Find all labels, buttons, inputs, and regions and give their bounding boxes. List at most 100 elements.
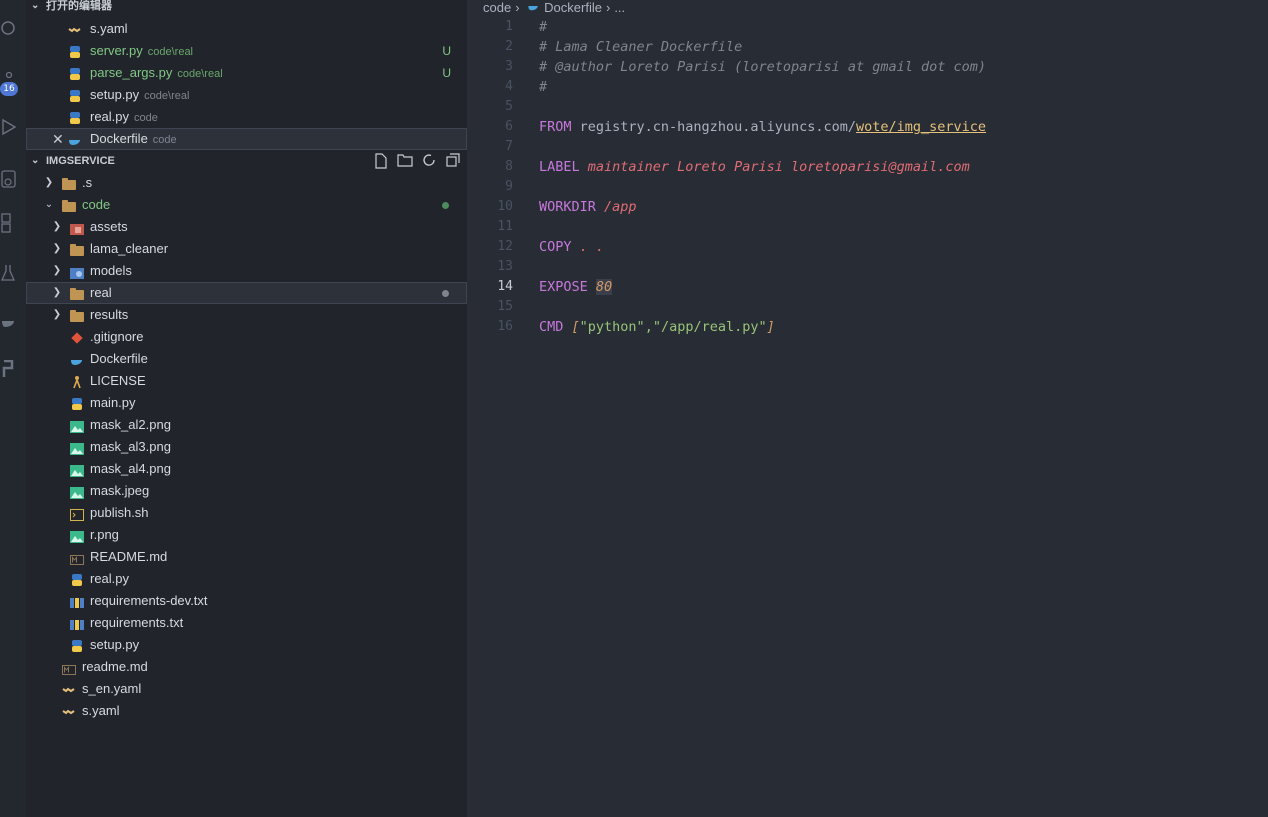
tree-folder[interactable]: ❯ models	[26, 260, 467, 282]
license-icon	[70, 374, 84, 389]
yaml-icon	[62, 704, 76, 718]
tree-folder[interactable]: ❯ lama_cleaner	[26, 238, 467, 260]
testing-icon[interactable]	[0, 264, 18, 282]
run-debug-icon[interactable]	[0, 118, 18, 136]
docker-icon[interactable]	[0, 312, 18, 330]
git-icon	[70, 330, 84, 344]
tree-file[interactable]: s.yaml	[26, 700, 467, 722]
folder-name: assets	[90, 219, 128, 234]
tree-file[interactable]: mask_al4.png	[26, 458, 467, 480]
line-number: 12	[497, 239, 513, 254]
extensions-icon[interactable]	[0, 213, 18, 233]
image-name-link[interactable]: wote/img_service	[856, 119, 986, 135]
tree-folder[interactable]: ⌄ code	[26, 194, 467, 216]
open-editor-item[interactable]: setup.py code\real	[26, 84, 467, 106]
keyword: LABEL	[539, 159, 580, 175]
folder-name: .s	[82, 175, 93, 190]
keyword: FROM	[539, 119, 572, 135]
bracket: [	[563, 319, 580, 335]
open-editor-item[interactable]: s.yaml	[26, 18, 467, 40]
comment: #	[539, 19, 548, 35]
file-name: real.py	[90, 109, 130, 124]
markdown-file-icon	[62, 660, 76, 675]
folder-name: results	[90, 307, 129, 322]
file-name: README.md	[90, 549, 168, 564]
breadcrumb-separator: ›	[515, 0, 520, 15]
tree-file[interactable]: mask.jpeg	[26, 480, 467, 502]
tree-file[interactable]: real.py	[26, 568, 467, 590]
collapse-all-icon[interactable]	[445, 153, 461, 169]
tree-file[interactable]: mask_al3.png	[26, 436, 467, 458]
open-editors-header[interactable]: ⌄ 打开的编辑器	[26, 0, 467, 16]
new-folder-icon[interactable]	[397, 153, 413, 169]
requirements-file-icon	[70, 594, 84, 608]
tree-folder-selected[interactable]: ❯ real	[26, 282, 467, 304]
tree-file[interactable]: setup.py	[26, 634, 467, 656]
python-icon[interactable]	[0, 360, 18, 378]
string: "python"	[579, 319, 645, 335]
file-name: publish.sh	[90, 505, 149, 520]
file-label: setup.py code\real	[90, 84, 189, 107]
chevron-down-icon: ⌄	[31, 0, 40, 11]
tree-file[interactable]: readme.md	[26, 656, 467, 678]
file-name: Dockerfile	[90, 351, 148, 366]
code-line: # @author Loreto Parisi (loretoparisi at…	[539, 57, 986, 77]
file-name: Dockerfile	[90, 131, 148, 146]
search-icon[interactable]	[0, 19, 18, 37]
tree-file[interactable]: LICENSE	[26, 370, 467, 392]
comma: ,	[644, 319, 653, 335]
new-file-icon[interactable]	[373, 153, 389, 169]
tree-file[interactable]: r.png	[26, 524, 467, 546]
breadcrumb-file[interactable]: Dockerfile	[544, 0, 602, 15]
yaml-icon	[62, 682, 76, 696]
breadcrumb-more[interactable]: ...	[614, 0, 625, 15]
file-name: mask.jpeg	[90, 483, 150, 498]
open-editor-item[interactable]: parse_args.py code\real U	[26, 62, 467, 84]
close-icon[interactable]: ✕	[52, 128, 64, 150]
line-number: 8	[505, 159, 513, 174]
tree-folder[interactable]: ❯ .s	[26, 172, 467, 194]
file-name: requirements.txt	[90, 615, 184, 630]
workdir-value: /app	[595, 199, 637, 215]
markdown-file-icon	[70, 550, 84, 565]
line-number: 5	[505, 99, 513, 114]
tree-file[interactable]: Dockerfile	[26, 348, 467, 370]
bracket: ]	[766, 319, 775, 335]
code-line: WORKDIR /app	[539, 197, 637, 217]
line-number: 14	[497, 279, 513, 294]
tree-file[interactable]: mask_al2.png	[26, 414, 467, 436]
breadcrumb-folder[interactable]: code	[483, 0, 511, 15]
tree-file[interactable]: s_en.yaml	[26, 678, 467, 700]
folder-icon	[70, 310, 84, 322]
image-file-icon	[70, 440, 84, 455]
refresh-icon[interactable]	[421, 153, 437, 169]
file-path: code	[134, 112, 158, 124]
remote-explorer-icon[interactable]	[0, 170, 18, 188]
tree-file[interactable]: .gitignore	[26, 326, 467, 348]
chevron-right-icon: ❯	[52, 243, 62, 254]
line-number: 7	[505, 139, 513, 154]
tree-file[interactable]: publish.sh	[26, 502, 467, 524]
tree-folder[interactable]: ❯ assets	[26, 216, 467, 238]
git-status: U	[442, 66, 451, 80]
open-editor-item[interactable]: real.py code	[26, 106, 467, 128]
port-number: 80	[595, 279, 613, 295]
file-path: code	[152, 134, 177, 146]
tree-file[interactable]: README.md	[26, 546, 467, 568]
assets-folder-icon	[70, 220, 84, 235]
tree-file[interactable]: main.py	[26, 392, 467, 414]
editor-pane[interactable]: code › Dockerfile ›... 1 2 3 4 5 6 7 8 9 10 11 12 13 14…	[467, 0, 1268, 817]
comment: # @author Loreto Parisi (loretoparisi at…	[539, 59, 987, 75]
open-editor-item[interactable]: server.py code\real U	[26, 40, 467, 62]
chevron-right-icon: ❯	[52, 309, 62, 320]
file-label: real.py code	[90, 106, 158, 129]
file-name: LICENSE	[90, 373, 146, 388]
tree-file[interactable]: requirements.txt	[26, 612, 467, 634]
open-editor-item-active[interactable]: ✕ Dockerfile code	[26, 128, 467, 150]
tree-file[interactable]: requirements-dev.txt	[26, 590, 467, 612]
line-number: 15	[497, 299, 513, 314]
file-path: code\real	[144, 90, 190, 102]
chevron-right-icon: ❯	[52, 265, 62, 276]
file-name: s_en.yaml	[82, 681, 142, 696]
tree-folder[interactable]: ❯ results	[26, 304, 467, 326]
